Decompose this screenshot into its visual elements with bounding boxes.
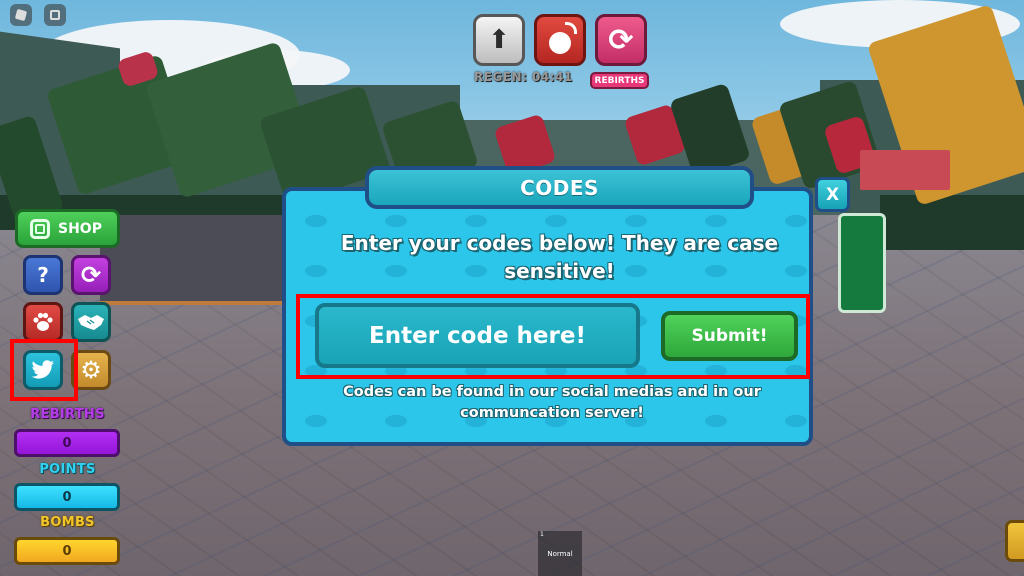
- help-button[interactable]: ?: [23, 255, 63, 295]
- hotbar-slot[interactable]: 1 Normal: [538, 531, 582, 576]
- bomb-button[interactable]: [534, 14, 586, 66]
- shop-label: SHOP: [58, 220, 102, 237]
- shop-button[interactable]: SHOP: [15, 209, 120, 248]
- refresh-icon: ⟳: [80, 261, 102, 289]
- paw-icon: [33, 312, 53, 331]
- trade-button[interactable]: [71, 302, 111, 342]
- close-button[interactable]: X: [815, 177, 850, 212]
- building: [860, 150, 950, 190]
- pets-button[interactable]: [23, 302, 63, 342]
- corner-menu-button[interactable]: [1005, 520, 1024, 562]
- rebirth-top-button[interactable]: ⟳: [595, 14, 647, 66]
- modal-instructions: Enter your codes below! They are case se…: [340, 231, 779, 283]
- hotbar-slot-number: 1: [540, 531, 544, 538]
- points-label: POINTS: [39, 462, 96, 477]
- arrow-up-icon: ⬆: [488, 25, 510, 55]
- gear-icon: ⚙: [80, 356, 102, 384]
- handshake-icon: [78, 315, 104, 330]
- hedge: [880, 195, 1024, 250]
- question-icon: ?: [37, 263, 49, 287]
- bombs-value: 0: [14, 537, 120, 565]
- rebirth-side-button[interactable]: ⟳: [71, 255, 111, 295]
- settings-button[interactable]: ⚙: [71, 350, 111, 390]
- hotbar-slot-label: Normal: [547, 549, 573, 558]
- points-value: 0: [14, 483, 120, 511]
- regen-timer: REGEN: 04:41: [474, 70, 573, 84]
- bomb-icon: [549, 22, 577, 54]
- submit-button[interactable]: Submit!: [661, 311, 798, 361]
- twitter-bird-icon: [31, 360, 54, 379]
- roblox-menu-button[interactable]: [10, 4, 32, 26]
- roblox-logo-icon: [14, 8, 28, 22]
- close-icon: X: [825, 184, 840, 205]
- modal-title: CODES: [365, 166, 754, 209]
- upgrade-button[interactable]: ⬆: [473, 14, 525, 66]
- rebirths-label: REBIRTHS: [30, 407, 105, 422]
- refresh-icon: ⟳: [608, 22, 634, 58]
- pit: [100, 215, 290, 305]
- robux-icon: [30, 218, 50, 239]
- chat-icon: [50, 10, 60, 20]
- green-sign: [838, 213, 886, 313]
- rebirths-pill-button[interactable]: REBIRTHS: [590, 72, 649, 89]
- code-input[interactable]: [315, 303, 640, 368]
- chat-button[interactable]: [44, 4, 66, 26]
- bombs-label: BOMBS: [40, 515, 95, 530]
- twitter-button[interactable]: [23, 350, 63, 390]
- modal-footer-note: Codes can be found in our social medias …: [343, 384, 761, 421]
- rebirths-value: 0: [14, 429, 120, 457]
